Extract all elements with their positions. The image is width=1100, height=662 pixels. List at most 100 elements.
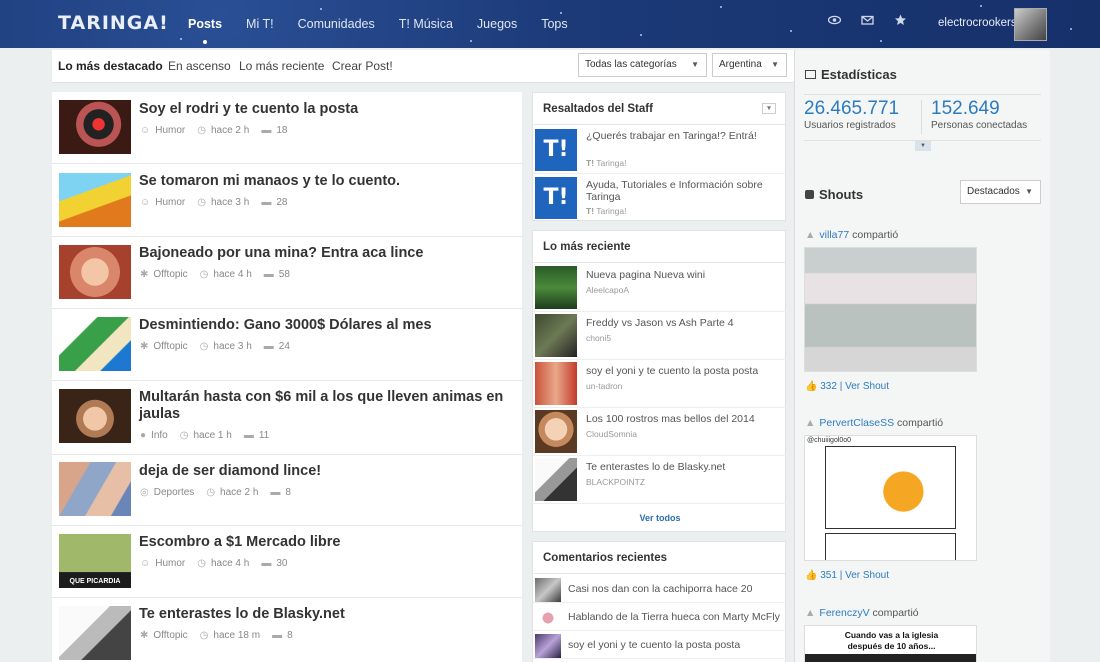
post-thumbnail[interactable]: [59, 317, 131, 371]
view-shout-link[interactable]: Ver Shout: [845, 570, 889, 581]
recent-user[interactable]: choni5: [586, 333, 611, 343]
comment-item[interactable]: Hablando de la Tierra hueca con Marty Mc…: [533, 603, 787, 631]
post-thumbnail[interactable]: [59, 606, 131, 660]
recent-user[interactable]: BLACKPOINTZ: [586, 477, 645, 487]
post-category[interactable]: Offtopic: [153, 341, 187, 352]
shout-username[interactable]: PervertClaseSS: [819, 417, 894, 429]
post-title[interactable]: Escombro a $1 Mercado libre: [139, 534, 509, 551]
nav-tops[interactable]: Tops: [529, 0, 579, 48]
recent-thumbnail[interactable]: [535, 314, 577, 357]
recent-item[interactable]: soy el yoni y te cuento la posta posta u…: [533, 360, 787, 408]
user-avatar[interactable]: [1014, 8, 1047, 41]
comment-item[interactable]: soy el yoni y te cuento la posta posta: [533, 631, 787, 659]
post-title[interactable]: deja de ser diamond lince!: [139, 463, 509, 480]
post-item[interactable]: Desmintiendo: Gano 3000$ Dólares al mes …: [52, 309, 522, 381]
post-item[interactable]: Bajoneado por una mina? Entra aca lince …: [52, 237, 522, 309]
shout-like-count[interactable]: 332: [820, 381, 837, 392]
post-meta: ✱ Offtopic ◷ hace 18 m ▬ 8: [140, 630, 293, 641]
registered-users-count: 26.465.771: [804, 98, 900, 119]
shout-like-count[interactable]: 351: [820, 570, 837, 581]
recent-item[interactable]: Freddy vs Jason vs Ash Parte 4 choni5: [533, 312, 787, 360]
recent-item[interactable]: Los 100 rostros mas bellos del 2014 Clou…: [533, 408, 787, 456]
post-item[interactable]: Te enterastes lo de Blasky.net ✱ Offtopic…: [52, 598, 522, 662]
comment-text[interactable]: soy el yoni y te cuento la posta posta: [568, 639, 740, 651]
recent-title[interactable]: Nueva pagina Nueva wini: [586, 269, 705, 281]
tab-lo-mas-destacado[interactable]: Lo más destacado: [58, 50, 163, 83]
recent-item[interactable]: Te enterastes lo de Blasky.net BLACKPOIN…: [533, 456, 787, 504]
post-title[interactable]: Multarán hasta con $6 mil a los que llev…: [139, 389, 509, 423]
category-select[interactable]: Todas las categorías ▼: [578, 53, 707, 77]
shouts-filter-select[interactable]: Destacados ▼: [960, 180, 1041, 204]
post-title[interactable]: Desmintiendo: Gano 3000$ Dólares al mes: [139, 317, 509, 334]
nav-comunidades[interactable]: Comunidades: [286, 0, 387, 48]
recent-user[interactable]: CloudSomnia: [586, 429, 637, 439]
shout-image[interactable]: [804, 247, 977, 372]
post-item[interactable]: Multarán hasta con $6 mil a los que llev…: [52, 381, 522, 455]
shout-username[interactable]: villa77: [819, 229, 849, 241]
shout-image[interactable]: Cuando vas a la iglesia después de 10 añ…: [804, 625, 977, 662]
post-item[interactable]: deja de ser diamond lince! ◎ Deportes ◷ ha…: [52, 455, 522, 526]
tab-en-ascenso[interactable]: En ascenso: [168, 50, 231, 83]
recent-title[interactable]: soy el yoni y te cuento la posta posta: [586, 365, 758, 377]
post-title[interactable]: Bajoneado por una mina? Entra aca lince: [139, 245, 509, 262]
post-category[interactable]: Offtopic: [153, 630, 187, 641]
taringa-logo[interactable]: TARINGA!: [58, 12, 169, 34]
comment-avatar[interactable]: [535, 578, 561, 602]
eye-icon[interactable]: [827, 14, 842, 29]
post-category[interactable]: Offtopic: [153, 269, 187, 280]
collapse-icon[interactable]: ▾: [762, 103, 776, 114]
country-select[interactable]: Argentina ▼: [712, 53, 787, 77]
post-item[interactable]: QUE PICARDIA Escombro a $1 Mercado libre…: [52, 526, 522, 598]
recent-title[interactable]: Te enterastes lo de Blasky.net: [586, 461, 725, 473]
see-all-link[interactable]: Ver todos: [533, 513, 787, 523]
comment-text[interactable]: Casi nos dan con la cachiporra hace 20: [568, 583, 752, 595]
comment-avatar[interactable]: [535, 606, 561, 630]
recent-title[interactable]: Freddy vs Jason vs Ash Parte 4: [586, 317, 734, 329]
recent-user[interactable]: AleelcapoA: [586, 285, 629, 295]
post-title[interactable]: Se tomaron mi manaos y te lo cuento.: [139, 173, 509, 190]
comment-text[interactable]: Hablando de la Tierra hueca con Marty Mc…: [568, 611, 780, 623]
post-thumbnail[interactable]: [59, 462, 131, 516]
recent-thumbnail[interactable]: [535, 458, 577, 501]
comment-item[interactable]: Casi nos dan con la cachiporra hace 20: [533, 575, 787, 603]
post-thumbnail[interactable]: [59, 100, 131, 154]
shout-username[interactable]: FerenczyV: [819, 607, 869, 619]
nav-posts[interactable]: Posts: [176, 0, 234, 48]
staff-item-title[interactable]: Ayuda, Tutoriales e Información sobre Ta…: [586, 179, 776, 203]
recent-user[interactable]: un-tadron: [586, 381, 622, 391]
expand-stats-icon[interactable]: ▼: [915, 141, 931, 151]
post-item[interactable]: Se tomaron mi manaos y te lo cuento. ☺ Hu…: [52, 164, 522, 237]
recent-item[interactable]: Nueva pagina Nueva wini AleelcapoA: [533, 264, 787, 312]
recent-title[interactable]: Los 100 rostros mas bellos del 2014: [586, 413, 755, 425]
shout-image[interactable]: @chuiiigol0o0: [804, 435, 977, 561]
staff-item[interactable]: T! Ayuda, Tutoriales e Información sobre…: [533, 174, 787, 221]
staff-item-title[interactable]: ¿Querés trabajar en Taringa!? Entrá!: [586, 130, 776, 142]
post-thumbnail[interactable]: [59, 173, 131, 227]
post-category[interactable]: Humor: [155, 125, 185, 136]
post-category[interactable]: Deportes: [154, 487, 195, 498]
tab-crear-post[interactable]: Crear Post!: [332, 50, 393, 83]
post-thumbnail[interactable]: [59, 245, 131, 299]
recent-thumbnail[interactable]: [535, 410, 577, 453]
post-title[interactable]: Soy el rodri y te cuento la posta: [139, 101, 509, 118]
post-category[interactable]: Info: [151, 430, 168, 441]
post-category[interactable]: Humor: [155, 197, 185, 208]
tab-lo-mas-reciente[interactable]: Lo más reciente: [239, 50, 324, 83]
nav-mi-t[interactable]: Mi T!: [234, 0, 286, 48]
recent-thumbnail[interactable]: [535, 266, 577, 309]
post-thumbnail[interactable]: QUE PICARDIA: [59, 534, 131, 588]
comment-avatar[interactable]: [535, 634, 561, 658]
recent-thumbnail[interactable]: [535, 362, 577, 405]
post-category[interactable]: Humor: [155, 558, 185, 569]
mail-icon[interactable]: [861, 14, 874, 29]
view-shout-link[interactable]: Ver Shout: [845, 381, 889, 392]
shout-actions: 👍 351 | Ver Shout: [805, 570, 889, 581]
star-icon[interactable]: [894, 14, 907, 29]
staff-item[interactable]: T! ¿Querés trabajar en Taringa!? Entrá! …: [533, 126, 787, 174]
post-item[interactable]: Soy el rodri y te cuento la posta ☺ Humor…: [52, 92, 522, 164]
nav-t-musica[interactable]: T! Música: [387, 0, 465, 48]
post-thumbnail[interactable]: [59, 389, 131, 443]
nav-juegos[interactable]: Juegos: [465, 0, 529, 48]
post-title[interactable]: Te enterastes lo de Blasky.net: [139, 606, 509, 623]
username-link[interactable]: electrocrookers: [938, 17, 1017, 29]
